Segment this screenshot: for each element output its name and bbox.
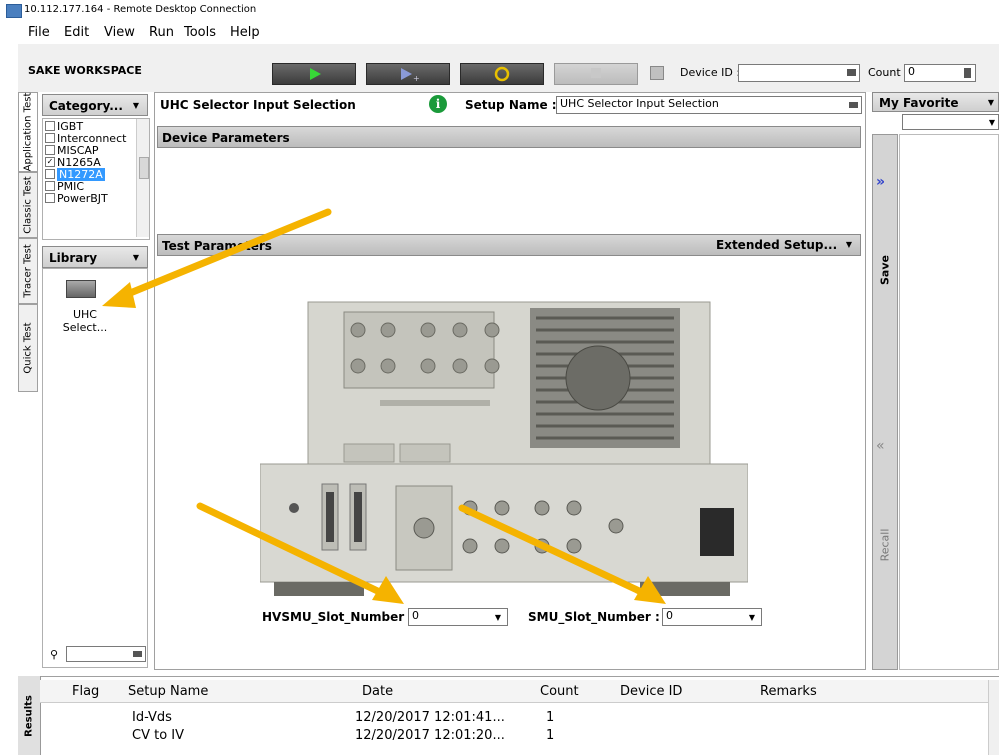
annotation-arrows (102, 208, 666, 604)
annotation-arrow-2 (196, 502, 404, 604)
annotation-arrow-1 (102, 208, 332, 308)
annotation-arrow-3 (458, 504, 666, 604)
